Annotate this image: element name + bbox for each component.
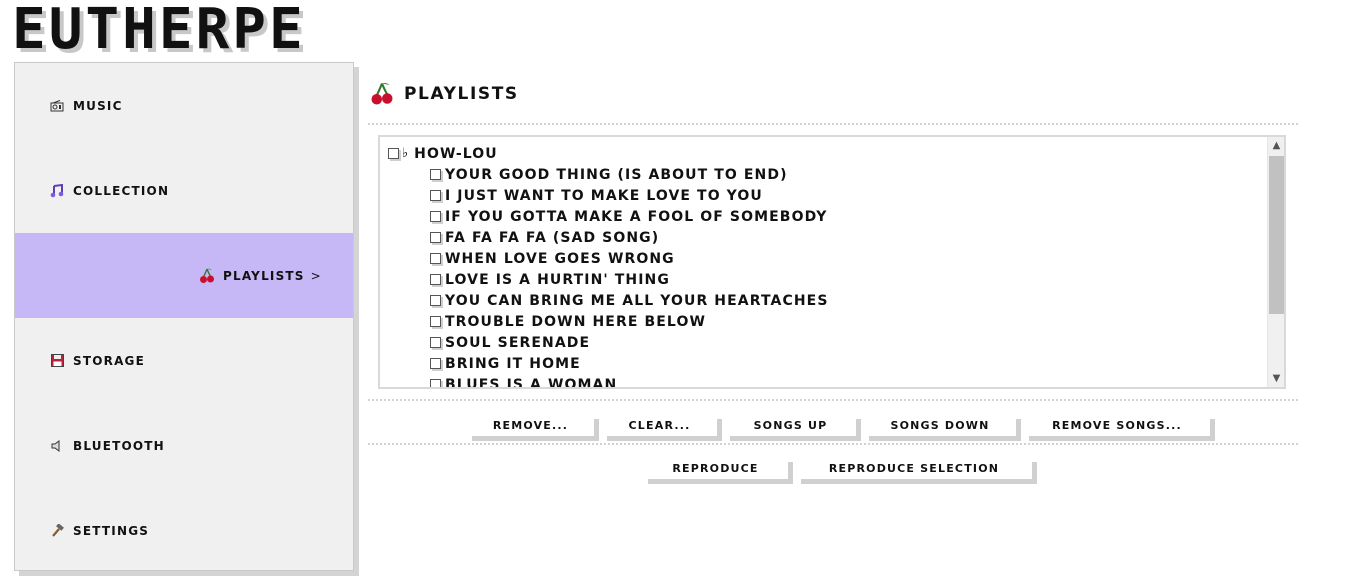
sidebar-item-bluetooth[interactable]: Bluetooth [15, 403, 353, 488]
song-title: You Can Bring Me All Your Heartaches [445, 292, 829, 309]
song-title: If You Gotta Make A Fool Of Somebody [445, 208, 828, 225]
song-checkbox[interactable] [430, 379, 441, 387]
divider [368, 123, 1298, 125]
song-row[interactable]: Trouble Down Here Below [388, 311, 1264, 332]
song-row[interactable]: When Love Goes Wrong [388, 248, 1264, 269]
song-checkbox[interactable] [430, 232, 441, 243]
cherries-icon [199, 268, 215, 284]
radio-icon [49, 98, 65, 114]
remove-button[interactable]: Remove... [467, 414, 594, 436]
scroll-down-icon[interactable]: ▼ [1268, 370, 1284, 387]
divider [368, 443, 1298, 445]
clear-button[interactable]: Clear... [602, 414, 717, 436]
sidebar-item-label: Music [73, 98, 123, 113]
sidebar-item-label: Bluetooth [73, 438, 165, 453]
song-checkbox[interactable] [430, 274, 441, 285]
divider [368, 399, 1298, 401]
active-arrow: > [310, 268, 321, 283]
song-checkbox[interactable] [430, 190, 441, 201]
song-title: I Just Want To Make Love To You [445, 187, 763, 204]
song-title: Your Good Thing (Is About To End) [445, 166, 788, 183]
sidebar-item-collection[interactable]: Collection [15, 148, 353, 233]
playlist-tree: ♭ How-Lou Your Good Thing (Is About To E… [388, 143, 1264, 389]
song-checkbox[interactable] [430, 169, 441, 180]
floppy-disk-icon [49, 353, 65, 369]
song-checkbox[interactable] [430, 253, 441, 264]
song-checkbox[interactable] [430, 316, 441, 327]
playlist-name: How-Lou [414, 145, 498, 162]
vertical-scrollbar[interactable]: ▲ ▼ [1267, 137, 1284, 387]
song-title: Fa Fa Fa Fa (Sad Song) [445, 229, 660, 246]
song-row[interactable]: I Just Want To Make Love To You [388, 185, 1264, 206]
music-notes-icon [49, 183, 65, 199]
scroll-up-icon[interactable]: ▲ [1268, 137, 1284, 154]
sidebar-item-label: Collection [73, 183, 170, 198]
song-title: Trouble Down Here Below [445, 313, 706, 330]
song-title: Bring It Home [445, 355, 581, 372]
sidebar-item-playlists[interactable]: Playlists > [15, 233, 353, 318]
song-row[interactable]: Fa Fa Fa Fa (Sad Song) [388, 227, 1264, 248]
sidebar-item-label: Playlists [223, 268, 305, 283]
song-row[interactable]: If You Gotta Make A Fool Of Somebody [388, 206, 1264, 227]
cherries-icon [370, 82, 394, 106]
app-logo: EUTHERPE [12, 0, 306, 62]
song-title: When Love Goes Wrong [445, 250, 675, 267]
songs-down-button[interactable]: Songs Down [864, 414, 1016, 436]
scroll-thumb[interactable] [1269, 156, 1284, 314]
flat-icon: ♭ [402, 146, 409, 161]
page-title-text: Playlists [404, 84, 519, 104]
song-title: Soul Serenade [445, 334, 591, 351]
playlist-list[interactable]: ♭ How-Lou Your Good Thing (Is About To E… [378, 135, 1286, 389]
song-title: Blues Is A Woman [445, 376, 618, 389]
sidebar-item-settings[interactable]: Settings [15, 488, 353, 573]
reproduce-selection-button[interactable]: Reproduce Selection [796, 457, 1032, 479]
song-row[interactable]: Bring It Home [388, 353, 1264, 374]
song-checkbox[interactable] [430, 295, 441, 306]
playlist-checkbox[interactable] [388, 148, 399, 159]
reproduce-button[interactable]: Reproduce [643, 457, 788, 479]
song-row[interactable]: Soul Serenade [388, 332, 1264, 353]
remove-songs-button[interactable]: Remove Songs... [1024, 414, 1210, 436]
songs-up-button[interactable]: Songs Up [725, 414, 856, 436]
song-checkbox[interactable] [430, 358, 441, 369]
sidebar-item-label: Settings [73, 523, 150, 538]
song-row[interactable]: You Can Bring Me All Your Heartaches [388, 290, 1264, 311]
song-row[interactable]: Love Is A Hurtin' Thing [388, 269, 1264, 290]
sidebar-item-storage[interactable]: Storage [15, 318, 353, 403]
song-checkbox[interactable] [430, 211, 441, 222]
sidebar: Music Collection Playlists > Storage Blu… [14, 62, 354, 571]
page-title: Playlists [370, 80, 519, 108]
song-row[interactable]: Your Good Thing (Is About To End) [388, 164, 1264, 185]
playlist-row[interactable]: ♭ How-Lou [388, 143, 1264, 164]
hammer-icon [49, 523, 65, 539]
speaker-icon [49, 438, 65, 454]
sidebar-item-label: Storage [73, 353, 146, 368]
song-row[interactable]: Blues Is A Woman [388, 374, 1264, 389]
song-title: Love Is A Hurtin' Thing [445, 271, 670, 288]
song-checkbox[interactable] [430, 337, 441, 348]
sidebar-item-music[interactable]: Music [15, 63, 353, 148]
